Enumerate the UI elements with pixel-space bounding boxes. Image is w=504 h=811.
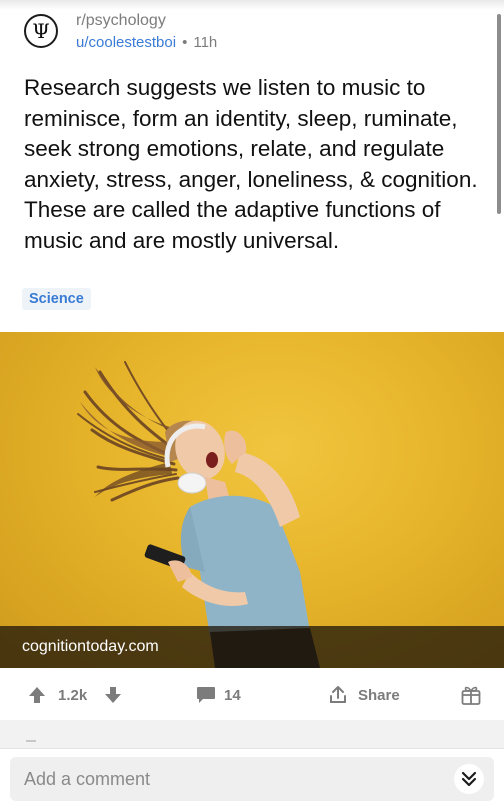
upvote-arrow-icon bbox=[29, 687, 45, 703]
post-actions-bar: 1.2k 14 Share bbox=[0, 670, 504, 720]
post-age: 11h bbox=[193, 34, 218, 51]
downvote-arrow-icon bbox=[105, 687, 121, 703]
comment-bubble-icon bbox=[197, 687, 215, 703]
comment-count: 14 bbox=[224, 686, 241, 704]
psi-icon: Ψ bbox=[32, 19, 50, 43]
subreddit-name[interactable]: r/psychology bbox=[76, 12, 166, 30]
share-label: Share bbox=[358, 686, 400, 704]
meta-separator: • bbox=[182, 34, 188, 51]
comment-bar bbox=[0, 748, 504, 811]
share-button[interactable]: Share bbox=[328, 670, 400, 720]
divider-mark bbox=[26, 740, 36, 742]
post-header: Ψ r/psychology u/coolestestboi • 11h bbox=[24, 10, 464, 58]
post-flair[interactable]: Science bbox=[22, 288, 91, 310]
comments-button[interactable]: 14 bbox=[196, 670, 241, 720]
add-comment-input[interactable] bbox=[10, 757, 494, 801]
expand-comment-button[interactable] bbox=[454, 764, 484, 794]
score: 1.2k bbox=[58, 686, 88, 704]
link-domain-bar[interactable]: cognitiontoday.com bbox=[0, 626, 504, 668]
share-icon bbox=[330, 686, 346, 703]
woman-listening-music-illustration bbox=[77, 361, 320, 668]
subreddit-avatar[interactable]: Ψ bbox=[24, 14, 58, 48]
gift-icon bbox=[461, 686, 481, 705]
double-chevron-down-icon bbox=[461, 771, 477, 787]
downvote-button[interactable] bbox=[104, 670, 122, 720]
post-meta: u/coolestestboi • 11h bbox=[76, 34, 217, 51]
section-divider bbox=[0, 720, 504, 748]
award-button[interactable] bbox=[460, 670, 482, 720]
top-edge bbox=[0, 0, 504, 10]
upvote-button[interactable] bbox=[28, 670, 46, 720]
link-domain: cognitiontoday.com bbox=[22, 638, 159, 655]
post-title: Research suggests we listen to music to … bbox=[24, 75, 478, 253]
scrollbar[interactable] bbox=[497, 14, 501, 214]
post-image[interactable]: cognitiontoday.com bbox=[0, 332, 504, 668]
author-link[interactable]: u/coolestestboi bbox=[76, 34, 176, 51]
